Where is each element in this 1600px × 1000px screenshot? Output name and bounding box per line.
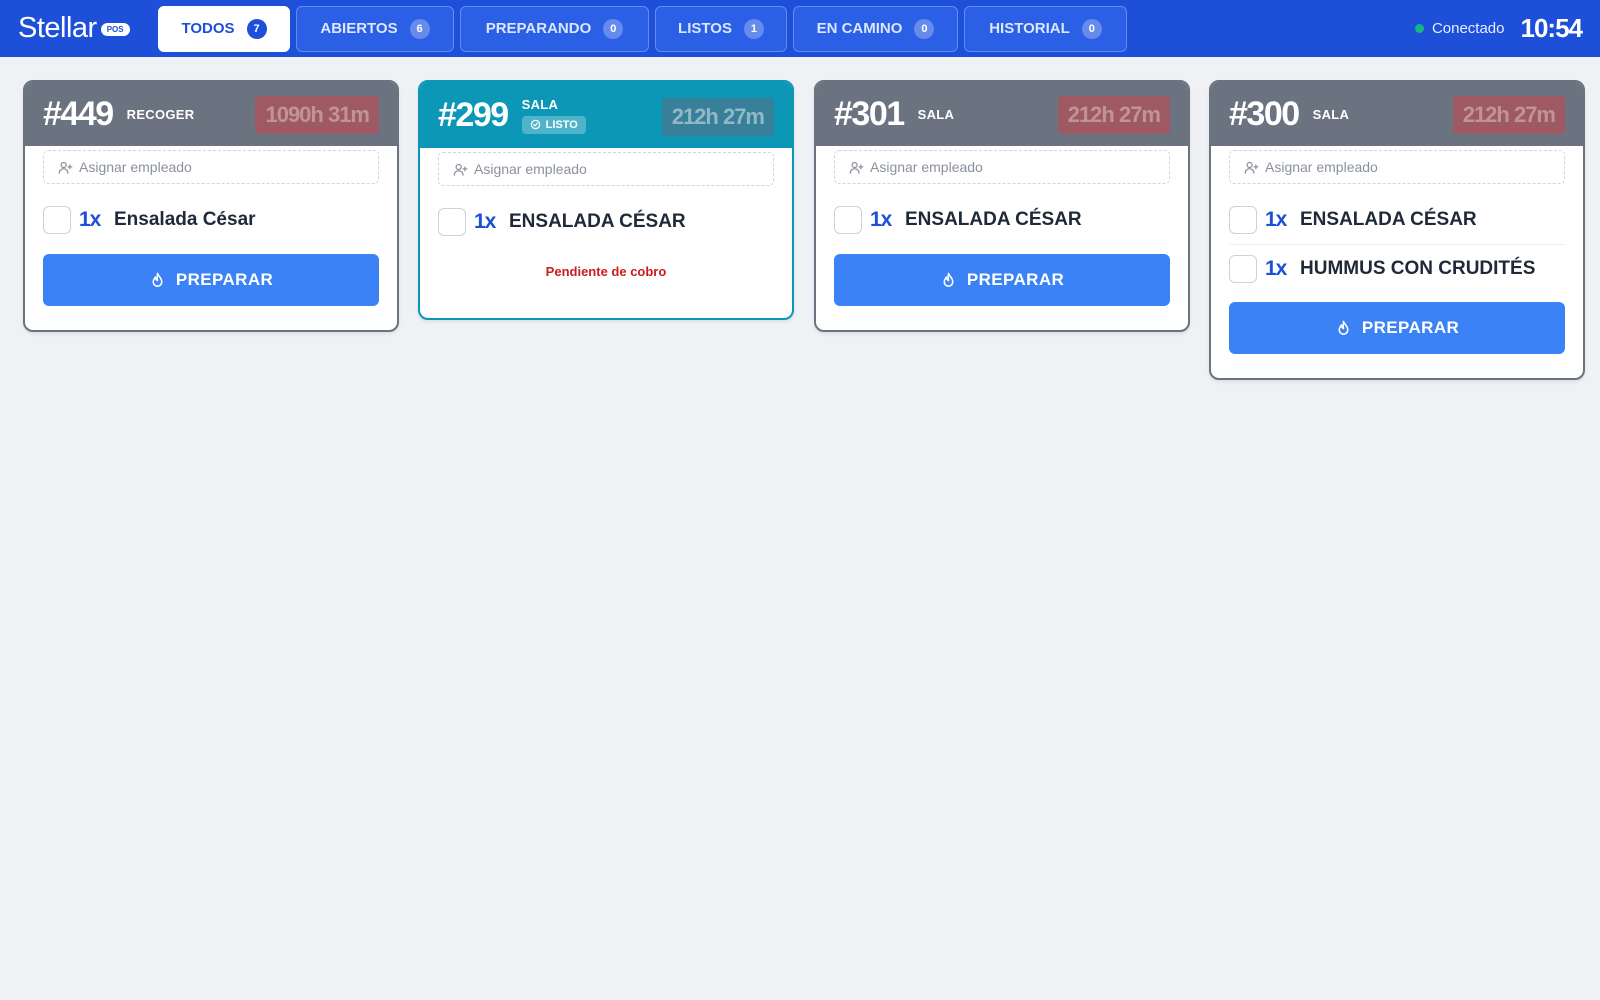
order-item: 1x Ensalada César <box>43 196 379 244</box>
add-user-icon <box>1244 161 1259 174</box>
connection-status: Conectado <box>1414 20 1505 37</box>
flame-icon <box>152 272 163 287</box>
payment-pending-note: Pendiente de cobro <box>545 264 667 279</box>
order-card-449: #449 RECOGER 1090h 31m Asignar empleado … <box>23 80 399 332</box>
tab-historial[interactable]: HISTORIAL 0 <box>964 5 1127 52</box>
tab-abiertos[interactable]: ABIERTOS 6 <box>296 5 454 52</box>
check-circle-icon <box>530 119 540 130</box>
order-item: 1x ENSALADA CÉSAR <box>1229 196 1565 244</box>
prepare-button[interactable]: PREPARAR <box>1229 302 1565 354</box>
item-checkbox[interactable] <box>1229 254 1257 283</box>
order-item: 1x ENSALADA CÉSAR <box>834 196 1170 244</box>
assign-employee-button[interactable]: Asignar empleado <box>1229 150 1565 184</box>
order-header: #301 SALA 212h 27m <box>816 82 1188 146</box>
item-checkbox[interactable] <box>1229 206 1257 234</box>
order-type: SALA <box>521 96 559 112</box>
assign-placeholder: Asignar empleado <box>79 159 192 175</box>
prepare-label: PREPARAR <box>1361 318 1460 337</box>
order-type: SALA <box>1312 106 1350 122</box>
tab-preparando[interactable]: PREPARANDO 0 <box>460 5 649 52</box>
tab-count: 0 <box>603 18 624 39</box>
order-item: 1x HUMMUS CON CRUDITÉS <box>1229 244 1565 292</box>
order-number: #299 <box>438 95 509 134</box>
add-user-icon <box>849 161 864 174</box>
item-qty: 1x <box>1265 208 1287 231</box>
assign-placeholder: Asignar empleado <box>474 161 587 177</box>
tab-count: 6 <box>409 18 430 39</box>
brand-badge: POS <box>100 23 130 36</box>
tab-label: HISTORIAL <box>989 20 1070 37</box>
order-timer: 212h 27m <box>1057 96 1170 134</box>
status-tabs: TODOS 7 ABIERTOS 6 PREPARANDO 0 LISTOS 1… <box>158 5 1127 52</box>
connection-label: Conectado <box>1431 20 1505 37</box>
brand-logo: Stellar POS <box>18 12 158 45</box>
tab-label: ABIERTOS <box>320 20 398 37</box>
order-timer: 212h 27m <box>661 98 774 136</box>
item-name: HUMMUS CON CRUDITÉS <box>1300 257 1536 279</box>
item-qty: 1x <box>79 208 101 231</box>
prepare-label: PREPARAR <box>175 270 274 289</box>
item-qty: 1x <box>1265 256 1287 280</box>
order-timer: 1090h 31m <box>255 96 379 134</box>
flame-icon <box>1338 320 1349 335</box>
assign-employee-button[interactable]: Asignar empleado <box>834 150 1170 184</box>
tab-count: 0 <box>914 18 935 39</box>
add-user-icon <box>453 163 468 176</box>
order-number: #301 <box>834 94 905 133</box>
status-dot-icon <box>1414 24 1424 33</box>
tab-todos[interactable]: TODOS 7 <box>158 5 290 52</box>
top-bar: Stellar POS TODOS 7 ABIERTOS 6 PREPARAND… <box>0 0 1600 57</box>
assign-employee-button[interactable]: Asignar empleado <box>43 150 379 184</box>
flame-icon <box>943 272 954 287</box>
order-type: SALA <box>917 106 955 122</box>
order-header: #300 SALA 212h 27m <box>1211 82 1583 146</box>
item-checkbox[interactable] <box>834 206 862 234</box>
tab-count: 7 <box>246 18 267 39</box>
tab-listos[interactable]: LISTOS 1 <box>655 5 787 52</box>
tab-count: 1 <box>743 18 764 39</box>
item-checkbox[interactable] <box>438 208 466 236</box>
ready-badge: LISTO <box>521 115 586 134</box>
assign-placeholder: Asignar empleado <box>1265 159 1378 175</box>
item-name: ENSALADA CÉSAR <box>905 209 1082 230</box>
assign-employee-button[interactable]: Asignar empleado <box>438 152 774 186</box>
order-card-300: #300 SALA 212h 27m Asignar empleado 1x E… <box>1209 80 1585 380</box>
prepare-button[interactable]: PREPARAR <box>43 254 379 306</box>
brand-name: Stellar <box>18 12 97 44</box>
order-type: RECOGER <box>126 106 195 122</box>
tab-label: PREPARANDO <box>485 20 592 37</box>
prepare-button[interactable]: PREPARAR <box>834 254 1170 306</box>
add-user-icon <box>58 161 73 174</box>
prepare-label: PREPARAR <box>966 270 1065 289</box>
order-number: #449 <box>43 94 114 133</box>
item-checkbox[interactable] <box>43 206 71 234</box>
order-header: #299 SALA LISTO 212h 27m <box>420 82 792 148</box>
clock: 10:54 <box>1520 13 1583 43</box>
tab-en-camino[interactable]: EN CAMINO 0 <box>793 5 958 52</box>
order-card-301: #301 SALA 212h 27m Asignar empleado 1x E… <box>814 80 1190 332</box>
item-name: ENSALADA CÉSAR <box>509 211 686 232</box>
assign-placeholder: Asignar empleado <box>870 159 983 175</box>
item-name: ENSALADA CÉSAR <box>1300 209 1477 230</box>
order-header: #449 RECOGER 1090h 31m <box>25 82 397 146</box>
tab-label: TODOS <box>181 20 235 37</box>
item-name: Ensalada César <box>114 209 256 230</box>
order-number: #300 <box>1229 94 1300 133</box>
order-timer: 212h 27m <box>1452 96 1565 134</box>
tab-label: LISTOS <box>678 20 732 37</box>
item-qty: 1x <box>474 210 496 233</box>
order-item: 1x ENSALADA CÉSAR <box>438 198 774 246</box>
item-qty: 1x <box>870 208 892 231</box>
tab-label: EN CAMINO <box>816 20 903 37</box>
tab-count: 0 <box>1081 18 1102 39</box>
ready-badge-label: LISTO <box>545 118 578 131</box>
order-card-299: #299 SALA LISTO 212h 27m Asignar emplead… <box>418 80 794 320</box>
